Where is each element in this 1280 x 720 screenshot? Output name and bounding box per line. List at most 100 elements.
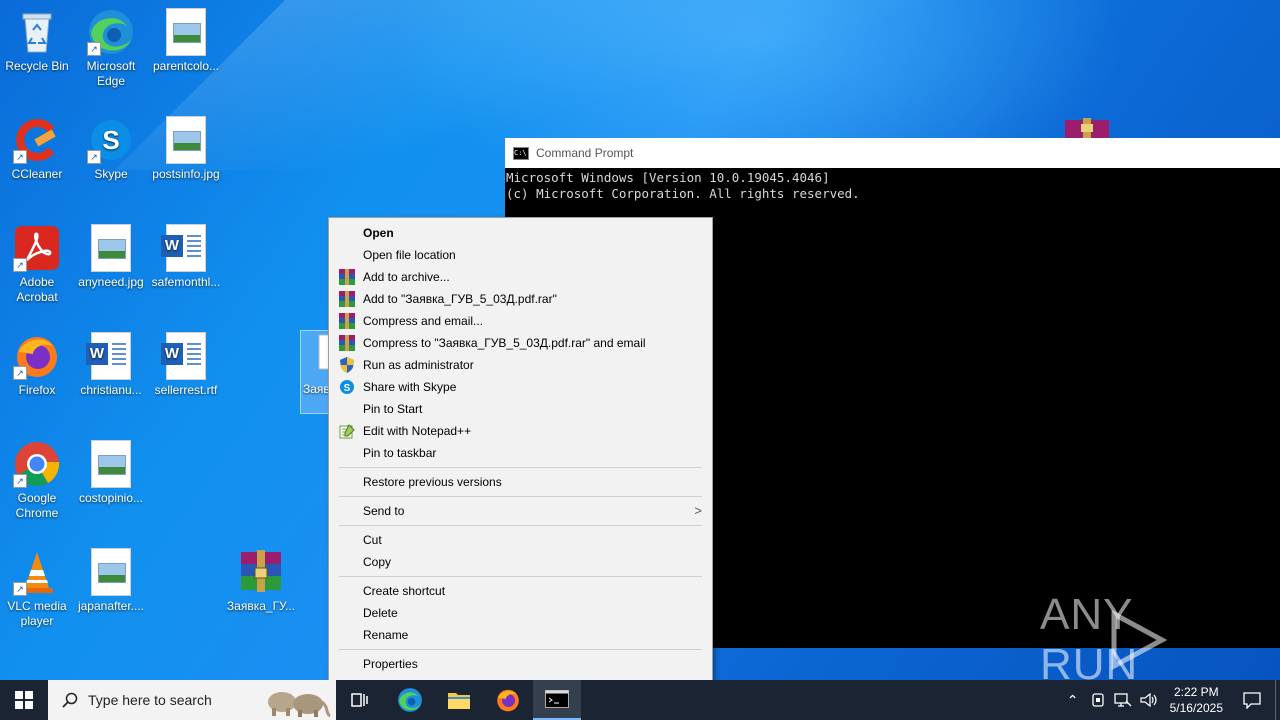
notepadpp-icon — [339, 424, 355, 439]
icon-label: Adobe Acrobat — [16, 275, 58, 304]
menu-item-cut[interactable]: Cut — [329, 529, 712, 551]
menu-item-pin-to-taskbar[interactable]: Pin to taskbar — [329, 442, 712, 464]
desktop-icon-google-chrome[interactable]: ↗ Google Chrome — [0, 440, 74, 521]
cmd-title-bar[interactable]: C:\ Command Prompt — [505, 138, 1280, 168]
icon-label: postsinfo.jpg — [152, 167, 220, 181]
menu-item-properties[interactable]: Properties — [329, 653, 712, 675]
svg-text:S: S — [344, 383, 351, 394]
menu-item-open-file-location[interactable]: Open file location — [329, 244, 712, 266]
notification-center-icon[interactable] — [1243, 691, 1261, 709]
desktop-icon-christianu[interactable]: W christianu... — [74, 332, 148, 398]
image-file-icon — [87, 440, 135, 488]
search-icon — [62, 692, 78, 708]
desktop-icon-microsoft-edge[interactable]: ↗ Microsoft Edge — [74, 8, 148, 89]
cmd-line: Microsoft Windows [Version 10.0.19045.40… — [506, 170, 830, 185]
desktop-icon-ccleaner[interactable]: ↗ CCleaner — [0, 116, 74, 182]
taskbar-clock[interactable]: 2:22 PM 5/16/2025 — [1170, 684, 1223, 716]
taskbar-firefox-button[interactable] — [484, 680, 532, 720]
desktop-icon-firefox[interactable]: ↗ Firefox — [0, 332, 74, 398]
desktop-icon-postsinfo-jpg[interactable]: postsinfo.jpg — [149, 116, 223, 182]
menu-item-copy[interactable]: Copy — [329, 551, 712, 573]
network-icon[interactable] — [1113, 692, 1132, 708]
image-file-icon — [87, 224, 135, 272]
menu-item-add-to-rar[interactable]: Add to "Заявка_ГУВ_5_03Д.pdf.rar" — [329, 288, 712, 310]
menu-item-compress-rar-email[interactable]: Compress to "Заявка_ГУВ_5_03Д.pdf.rar" a… — [329, 332, 712, 354]
volume-icon[interactable] — [1140, 692, 1158, 708]
menu-item-compress-and-email[interactable]: Compress and email... — [329, 310, 712, 332]
taskbar-cmd-button[interactable] — [533, 680, 581, 720]
adobe-acrobat-icon: ↗ — [13, 224, 61, 272]
edge-icon — [398, 688, 422, 712]
taskbar-edge-button[interactable] — [386, 680, 434, 720]
desktop-icon-costopinio[interactable]: costopinio... — [74, 440, 148, 506]
menu-label: Create shortcut — [363, 584, 446, 598]
winrar-icon — [339, 335, 355, 351]
desktop-icon-safemonthl[interactable]: W safemonthl... — [149, 224, 223, 290]
clock-time: 2:22 PM — [1173, 685, 1219, 699]
cmd-console-output[interactable]: Microsoft Windows [Version 10.0.19045.40… — [505, 168, 1280, 202]
menu-item-add-to-archive[interactable]: Add to archive... — [329, 266, 712, 288]
menu-label: Edit with Notepad++ — [363, 424, 472, 438]
image-file-icon — [162, 116, 210, 164]
context-menu[interactable]: Open Open file location Add to archive..… — [328, 217, 713, 682]
menu-item-delete[interactable]: Delete — [329, 602, 712, 624]
image-file-icon — [87, 548, 135, 596]
menu-separator — [339, 467, 702, 468]
shortcut-arrow-icon: ↗ — [13, 366, 27, 380]
icon-label: Firefox — [18, 383, 56, 397]
desktop-icon-skype[interactable]: S ↗ Skype — [74, 116, 148, 182]
menu-label: Send to — [363, 504, 405, 518]
menu-label: Open file location — [363, 248, 456, 262]
icon-label: Skype — [94, 167, 128, 181]
shortcut-arrow-icon: ↗ — [13, 258, 27, 272]
icon-label: japanafter.... — [77, 599, 145, 613]
menu-item-run-as-administrator[interactable]: Run as administrator — [329, 354, 712, 376]
menu-item-restore-previous-versions[interactable]: Restore previous versions — [329, 471, 712, 493]
desktop-icon-rar-archive[interactable]: Заявка_ГУ... — [224, 548, 298, 614]
menu-separator — [339, 576, 702, 577]
start-button[interactable] — [0, 680, 48, 720]
icon-label: costopinio... — [78, 491, 144, 505]
winrar-archive-icon — [237, 548, 285, 596]
shortcut-arrow-icon: ↗ — [13, 474, 27, 488]
menu-item-open[interactable]: Open — [329, 222, 712, 244]
menu-item-pin-to-start[interactable]: Pin to Start — [329, 398, 712, 420]
menu-item-rename[interactable]: Rename — [329, 624, 712, 646]
menu-item-share-with-skype[interactable]: S Share with Skype — [329, 376, 712, 398]
menu-label: Cut — [363, 533, 382, 547]
desktop-icon-adobe-acrobat[interactable]: ↗ Adobe Acrobat — [0, 224, 74, 305]
task-view-button[interactable] — [336, 680, 384, 720]
icon-label: parentcolo... — [152, 59, 220, 73]
desktop-icon-anyneed-jpg[interactable]: anyneed.jpg — [74, 224, 148, 290]
terminal-icon — [545, 690, 569, 708]
word-document-icon: W — [161, 332, 210, 380]
menu-label: Pin to Start — [363, 402, 423, 416]
skype-icon: S ↗ — [87, 116, 135, 164]
icon-label: sellerrest.rtf — [154, 383, 218, 397]
menu-item-create-shortcut[interactable]: Create shortcut — [329, 580, 712, 602]
desktop-icon-recycle-bin[interactable]: Recycle Bin — [0, 8, 74, 74]
icon-label: Google Chrome — [15, 491, 59, 520]
device-icon[interactable] — [1090, 692, 1106, 708]
menu-label: Run as administrator — [363, 358, 474, 372]
vlc-cone-icon: ↗ — [13, 548, 61, 596]
menu-item-edit-with-notepadpp[interactable]: Edit with Notepad++ — [329, 420, 712, 442]
taskbar-search-box[interactable]: Type here to search — [48, 680, 336, 720]
word-document-icon: W — [86, 332, 135, 380]
chevron-up-icon[interactable]: ⌃ — [1060, 692, 1086, 709]
winrar-icon — [339, 291, 355, 307]
desktop-icon-sellerrest-rtf[interactable]: W sellerrest.rtf — [149, 332, 223, 398]
desktop-icon-vlc[interactable]: ↗ VLC media player — [0, 548, 74, 629]
ccleaner-icon: ↗ — [13, 116, 61, 164]
winrar-icon — [339, 269, 355, 285]
menu-item-send-to[interactable]: Send to > — [329, 500, 712, 522]
menu-label: Share with Skype — [363, 380, 457, 394]
firefox-icon — [497, 689, 519, 712]
desktop-icon-parentcolo[interactable]: parentcolo... — [149, 8, 223, 74]
desktop-icon-japanafter[interactable]: japanafter.... — [74, 548, 148, 614]
task-view-icon — [351, 693, 368, 707]
chrome-icon: ↗ — [13, 440, 61, 488]
taskbar-file-explorer-button[interactable] — [435, 680, 483, 720]
show-desktop-button[interactable] — [1275, 680, 1280, 720]
taskbar: Type here to search ⌃ 2:22 PM 5/16/2025 — [0, 680, 1280, 720]
